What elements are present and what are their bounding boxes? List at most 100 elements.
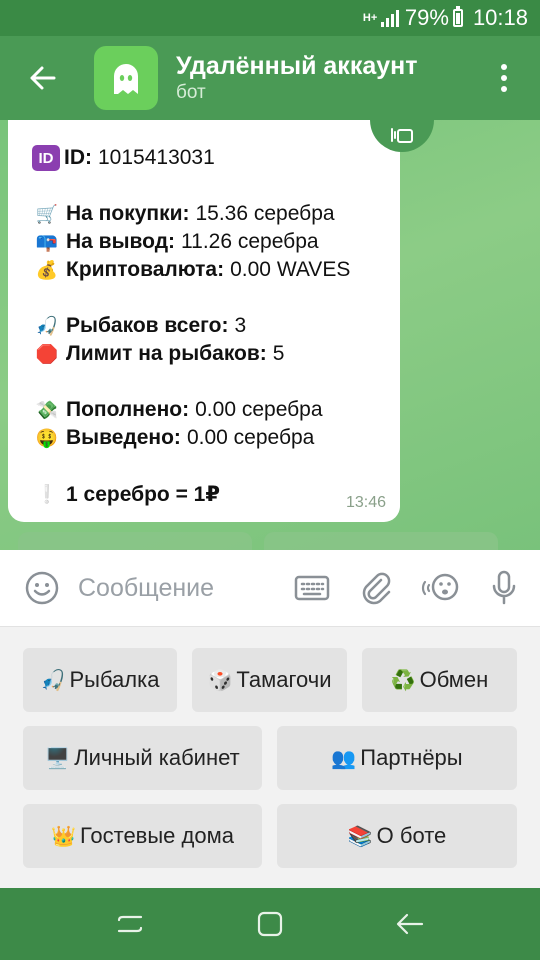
- withdraw-label: На вывод:: [66, 230, 176, 253]
- home-icon: [257, 911, 283, 937]
- back-arrow-icon: [396, 913, 424, 935]
- clock: 10:18: [472, 5, 528, 30]
- battery-percent: 79%: [404, 5, 449, 30]
- signal-strength-icon: [380, 9, 399, 27]
- keyboard-icon: [294, 575, 330, 601]
- shopping-cart-icon: 🛒: [35, 203, 59, 224]
- keyboard-button-label: Обмен: [419, 667, 489, 692]
- voice-changer-button[interactable]: [420, 568, 460, 608]
- fishers-limit-label: Лимит на рыбаков:: [66, 342, 267, 365]
- chat-area[interactable]: ID ID: 1015413031 🛒 На покупки: 15.36 се…: [0, 120, 540, 550]
- dot-icon: [501, 86, 507, 92]
- system-nav-bar: [0, 888, 540, 960]
- message-input-row: Сообщение: [0, 550, 540, 626]
- fishing-pole-icon: 🎣: [35, 315, 59, 336]
- chat-title: Удалённый аккаунт: [176, 52, 418, 80]
- withdrawn-label: Выведено:: [66, 426, 181, 449]
- computer-icon: 🖥️: [45, 747, 71, 770]
- ghost-icon: [114, 64, 138, 94]
- dot-icon: [501, 64, 507, 70]
- recycle-icon: ♻️: [390, 669, 416, 692]
- microphone-button[interactable]: [484, 568, 524, 608]
- back-button[interactable]: [12, 48, 72, 108]
- inline-button-right[interactable]: [264, 532, 498, 550]
- paperclip-icon: [362, 572, 391, 605]
- keyboard-button-label: О боте: [376, 823, 447, 848]
- mailbox-icon: 📪: [35, 231, 59, 252]
- talking-head-icon: [421, 573, 459, 601]
- keyboard-button-partners[interactable]: 👥 Партнёры: [277, 726, 517, 790]
- message-line-purchases: 🛒 На покупки: 15.36 серебра: [32, 200, 382, 228]
- purchases-label: На покупки:: [66, 202, 190, 225]
- keyboard-button-label: Партнёры: [360, 745, 463, 770]
- recent-apps-icon: [117, 915, 143, 933]
- keyboard-button-fishing[interactable]: 🎣 Рыбалка: [23, 648, 177, 712]
- attach-button[interactable]: [356, 568, 396, 608]
- keyboard-button-tamagotchi[interactable]: 🎲 Тамагочи: [192, 648, 347, 712]
- message-line-fishers-total: 🎣 Рыбаков всего: 3: [32, 312, 382, 340]
- message-input[interactable]: Сообщение: [78, 574, 292, 603]
- fishing-pole-icon: 🎣: [40, 669, 66, 692]
- battery-icon: [452, 6, 463, 27]
- keyboard-button-cabinet[interactable]: 🖥️ Личный кабинет: [23, 726, 262, 790]
- fishers-total-label: Рыбаков всего:: [66, 314, 229, 337]
- share-icon: [391, 128, 413, 143]
- crypto-label: Криптовалюта:: [66, 258, 225, 281]
- keyboard-button-label: Гостевые дома: [79, 823, 234, 848]
- deposited-value: 0.00 серебра: [195, 398, 323, 421]
- status-bar: H+ 79% 10:18: [0, 0, 540, 36]
- keyboard-button-label: Рыбалка: [69, 667, 160, 692]
- network-type-icon: H+: [362, 11, 378, 24]
- bot-keyboard-button[interactable]: [292, 568, 332, 608]
- message-bubble: ID ID: 1015413031 🛒 На покупки: 15.36 се…: [8, 120, 400, 522]
- people-icon: 👥: [331, 747, 357, 770]
- id-label: ID:: [64, 146, 92, 169]
- rate-text: 1 серебро = 1₽: [66, 482, 220, 506]
- arrow-left-icon: [30, 66, 56, 90]
- bot-keyboard: 🎣 Рыбалка 🎲 Тамагочи ♻️ Обмен 🖥️ Личный …: [0, 626, 540, 888]
- deposited-label: Пополнено:: [66, 398, 190, 421]
- money-bag-icon: 💰: [35, 259, 59, 280]
- avatar[interactable]: [94, 46, 158, 110]
- crown-icon: 👑: [51, 825, 76, 848]
- message-line-id: ID ID: 1015413031: [32, 144, 382, 172]
- money-mouth-face-icon: 🤑: [35, 427, 59, 448]
- chat-title-block[interactable]: Удалённый аккаунт бот: [176, 51, 482, 105]
- message-line-crypto: 💰 Криптовалюта: 0.00 WAVES: [32, 256, 382, 284]
- withdrawn-value: 0.00 серебра: [186, 426, 315, 449]
- message-line-fishers-limit: 🛑 Лимит на рыбаков: 5: [32, 340, 382, 368]
- message-line-deposited: 💸 Пополнено: 0.00 серебра: [32, 396, 382, 424]
- keyboard-button-about[interactable]: 📚 О боте: [277, 804, 517, 868]
- dot-icon: [501, 75, 507, 81]
- chat-subtitle: бот: [176, 82, 206, 103]
- keyboard-button-exchange[interactable]: ♻️ Обмен: [362, 648, 517, 712]
- books-icon: 📚: [347, 825, 373, 848]
- crypto-value: 0.00 WAVES: [230, 258, 351, 281]
- keyboard-button-label: Личный кабинет: [74, 745, 240, 770]
- id-value: 1015413031: [98, 146, 215, 169]
- chat-header: Удалённый аккаунт бот: [0, 36, 540, 120]
- message-time: 13:46: [345, 494, 386, 511]
- more-menu-button[interactable]: [482, 48, 526, 108]
- microphone-icon: [492, 570, 516, 605]
- id-icon: ID: [32, 145, 60, 171]
- keyboard-button-label: Тамагочи: [236, 667, 332, 692]
- message-line-withdrawn: 🤑 Выведено: 0.00 серебра: [32, 424, 382, 452]
- fishers-limit-value: 5: [272, 342, 285, 365]
- withdraw-value: 11.26 серебра: [181, 230, 319, 253]
- purchases-value: 15.36 серебра: [195, 202, 335, 225]
- fishers-total-value: 3: [234, 314, 247, 337]
- smiley-icon: [25, 571, 59, 605]
- exclamation-icon: ❕: [35, 483, 59, 504]
- money-wings-icon: 💸: [35, 399, 59, 420]
- back-nav-button[interactable]: [380, 894, 440, 954]
- recent-apps-button[interactable]: [100, 894, 160, 954]
- home-button[interactable]: [240, 894, 300, 954]
- stop-sign-icon: 🛑: [35, 343, 59, 364]
- dice-icon: 🎲: [207, 669, 233, 692]
- message-line-rate: ❕ 1 серебро = 1₽: [32, 480, 382, 508]
- message-line-withdraw: 📪 На вывод: 11.26 серебра: [32, 228, 382, 256]
- inline-button-left[interactable]: [18, 532, 252, 550]
- emoji-button[interactable]: [22, 568, 62, 608]
- keyboard-button-guest-houses[interactable]: 👑 Гостевые дома: [23, 804, 262, 868]
